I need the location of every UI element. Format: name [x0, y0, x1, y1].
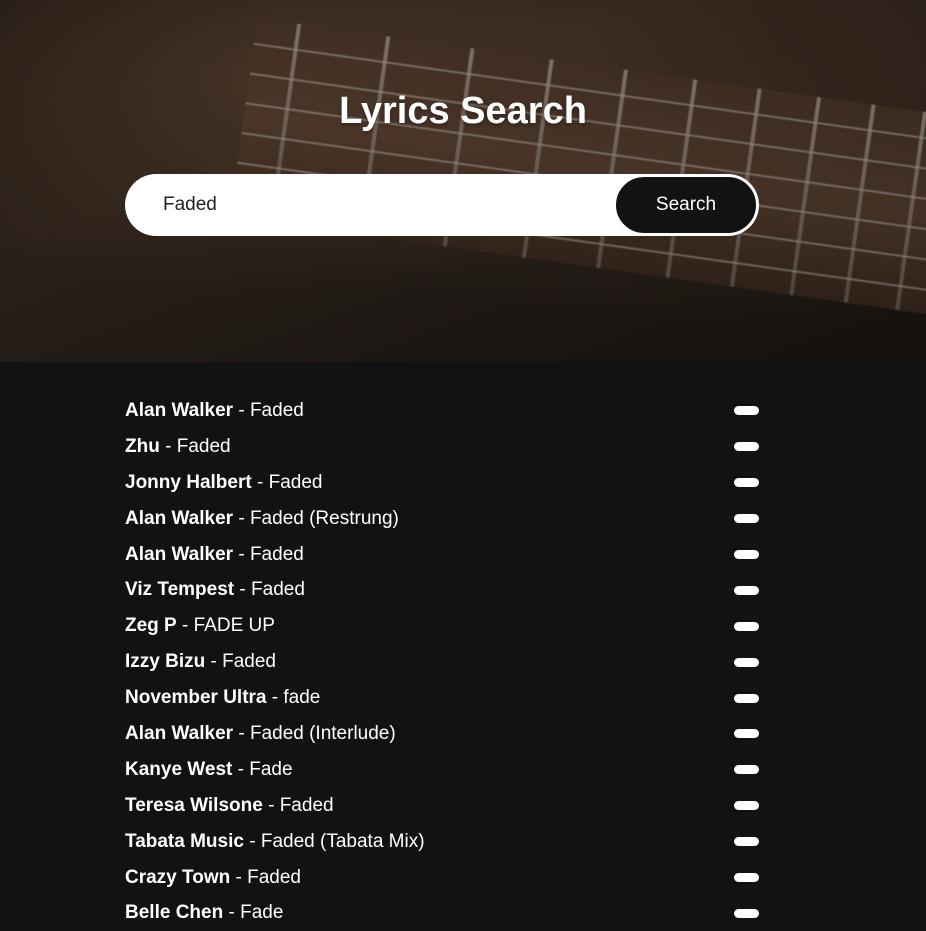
- result-text: Alan Walker - Faded: [125, 400, 304, 422]
- result-text: Kanye West - Fade: [125, 759, 293, 781]
- result-separator: -: [230, 866, 248, 888]
- result-separator: -: [159, 435, 177, 457]
- result-song-title: Faded: [251, 579, 305, 601]
- result-separator: -: [232, 758, 250, 780]
- result-separator: -: [243, 830, 261, 852]
- get-lyrics-button[interactable]: [734, 550, 759, 559]
- result-artist: Zeg P: [125, 615, 177, 637]
- result-song-title: Faded: [279, 794, 334, 816]
- get-lyrics-button[interactable]: [734, 873, 759, 883]
- result-song-title: Faded (Tabata Mix): [260, 830, 425, 852]
- result-item: Izzy Bizu - Faded: [125, 644, 759, 680]
- result-song-title: FADE UP: [193, 615, 275, 637]
- result-item: Viz Tempest - Faded: [125, 572, 759, 608]
- result-item: Zeg P - FADE UP: [125, 608, 759, 644]
- result-song-title: Faded: [176, 435, 231, 457]
- result-text: Alan Walker - Faded (Restrung): [125, 508, 399, 530]
- hero-banner: Lyrics Search Search: [0, 0, 926, 362]
- get-lyrics-button[interactable]: [734, 478, 759, 488]
- result-text: Jonny Halbert - Faded: [125, 472, 322, 494]
- result-separator: -: [262, 794, 280, 816]
- result-separator: -: [233, 722, 250, 744]
- get-lyrics-button[interactable]: [734, 514, 759, 524]
- result-artist: Kanye West: [125, 758, 233, 780]
- result-item: Kanye West - Fade: [125, 752, 759, 788]
- result-item: Alan Walker - Faded (Interlude): [125, 716, 759, 752]
- result-song-title: fade: [283, 687, 321, 709]
- get-lyrics-button[interactable]: [734, 729, 759, 739]
- result-item: Teresa Wilsone - Faded: [125, 788, 759, 824]
- search-button[interactable]: Search: [614, 175, 758, 235]
- result-text: Zeg P - FADE UP: [125, 615, 275, 637]
- result-artist: Alan Walker: [125, 722, 234, 744]
- get-lyrics-button[interactable]: [734, 442, 759, 452]
- result-separator: -: [176, 615, 194, 637]
- result-song-title: Faded (Interlude): [249, 722, 396, 744]
- get-lyrics-button[interactable]: [734, 621, 759, 631]
- result-item: Alan Walker - Faded (Restrung): [125, 501, 759, 537]
- get-lyrics-button[interactable]: [734, 406, 759, 416]
- result-artist: Alan Walker: [125, 507, 234, 529]
- result-artist: Alan Walker: [125, 543, 234, 565]
- get-lyrics-button[interactable]: [734, 657, 759, 667]
- get-lyrics-button[interactable]: [734, 908, 759, 918]
- result-artist: November Ultra: [125, 687, 267, 709]
- result-text: Izzy Bizu - Faded: [125, 651, 276, 673]
- result-artist: Viz Tempest: [125, 579, 235, 601]
- result-text: Belle Chen - Fade: [125, 902, 283, 924]
- result-text: Zhu - Faded: [125, 436, 231, 458]
- result-text: Alan Walker - Faded (Interlude): [125, 723, 396, 745]
- result-text: Viz Tempest - Faded: [125, 579, 305, 601]
- result-artist: Belle Chen: [125, 902, 224, 924]
- results-list: Alan Walker - Faded Zhu - Faded Jonny Halb…: [125, 393, 759, 931]
- result-item: Alan Walker - Faded: [125, 537, 759, 573]
- result-text: Tabata Music - Faded (Tabata Mix): [125, 831, 425, 853]
- result-item: November Ultra - fade: [125, 680, 759, 716]
- result-song-title: Fade: [240, 902, 284, 924]
- get-lyrics-button[interactable]: [734, 837, 759, 847]
- result-artist: Teresa Wilsone: [125, 794, 263, 816]
- result-song-title: Faded: [268, 471, 323, 493]
- result-text: November Ultra - fade: [125, 687, 320, 709]
- get-lyrics-button[interactable]: [734, 765, 759, 775]
- page-title: Lyrics Search: [339, 90, 587, 132]
- get-lyrics-button[interactable]: [734, 585, 759, 595]
- result-text: Teresa Wilsone - Faded: [125, 795, 334, 817]
- result-separator: -: [205, 651, 223, 673]
- result-separator: -: [233, 507, 250, 529]
- result-song-title: Faded: [222, 651, 276, 673]
- result-item: Tabata Music - Faded (Tabata Mix): [125, 824, 759, 860]
- result-item: Alan Walker - Faded: [125, 393, 759, 429]
- get-lyrics-button[interactable]: [734, 801, 759, 811]
- search-form: Search: [125, 174, 759, 236]
- result-song-title: Faded: [247, 866, 301, 888]
- result-separator: -: [233, 399, 250, 421]
- result-song-title: Faded: [249, 399, 304, 421]
- result-artist: Crazy Town: [125, 866, 231, 888]
- result-item: Crazy Town - Faded: [125, 860, 759, 896]
- result-artist: Jonny Halbert: [125, 471, 252, 493]
- result-item: Jonny Halbert - Faded: [125, 465, 759, 501]
- result-song-title: Faded: [249, 543, 304, 565]
- result-separator: -: [233, 543, 250, 565]
- result-text: Alan Walker - Faded: [125, 544, 304, 566]
- result-item: Zhu - Faded: [125, 429, 759, 465]
- get-lyrics-button[interactable]: [734, 693, 759, 703]
- result-artist: Alan Walker: [125, 399, 234, 421]
- result-separator: -: [223, 902, 241, 924]
- result-artist: Tabata Music: [125, 830, 244, 852]
- result-artist: Zhu: [125, 435, 160, 457]
- result-song-title: Fade: [249, 758, 293, 780]
- result-song-title: Faded (Restrung): [249, 507, 399, 529]
- result-separator: -: [234, 579, 252, 601]
- result-text: Crazy Town - Faded: [125, 867, 301, 889]
- result-separator: -: [266, 687, 284, 709]
- result-separator: -: [251, 471, 269, 493]
- search-input[interactable]: [125, 174, 614, 236]
- result-artist: Izzy Bizu: [125, 651, 206, 673]
